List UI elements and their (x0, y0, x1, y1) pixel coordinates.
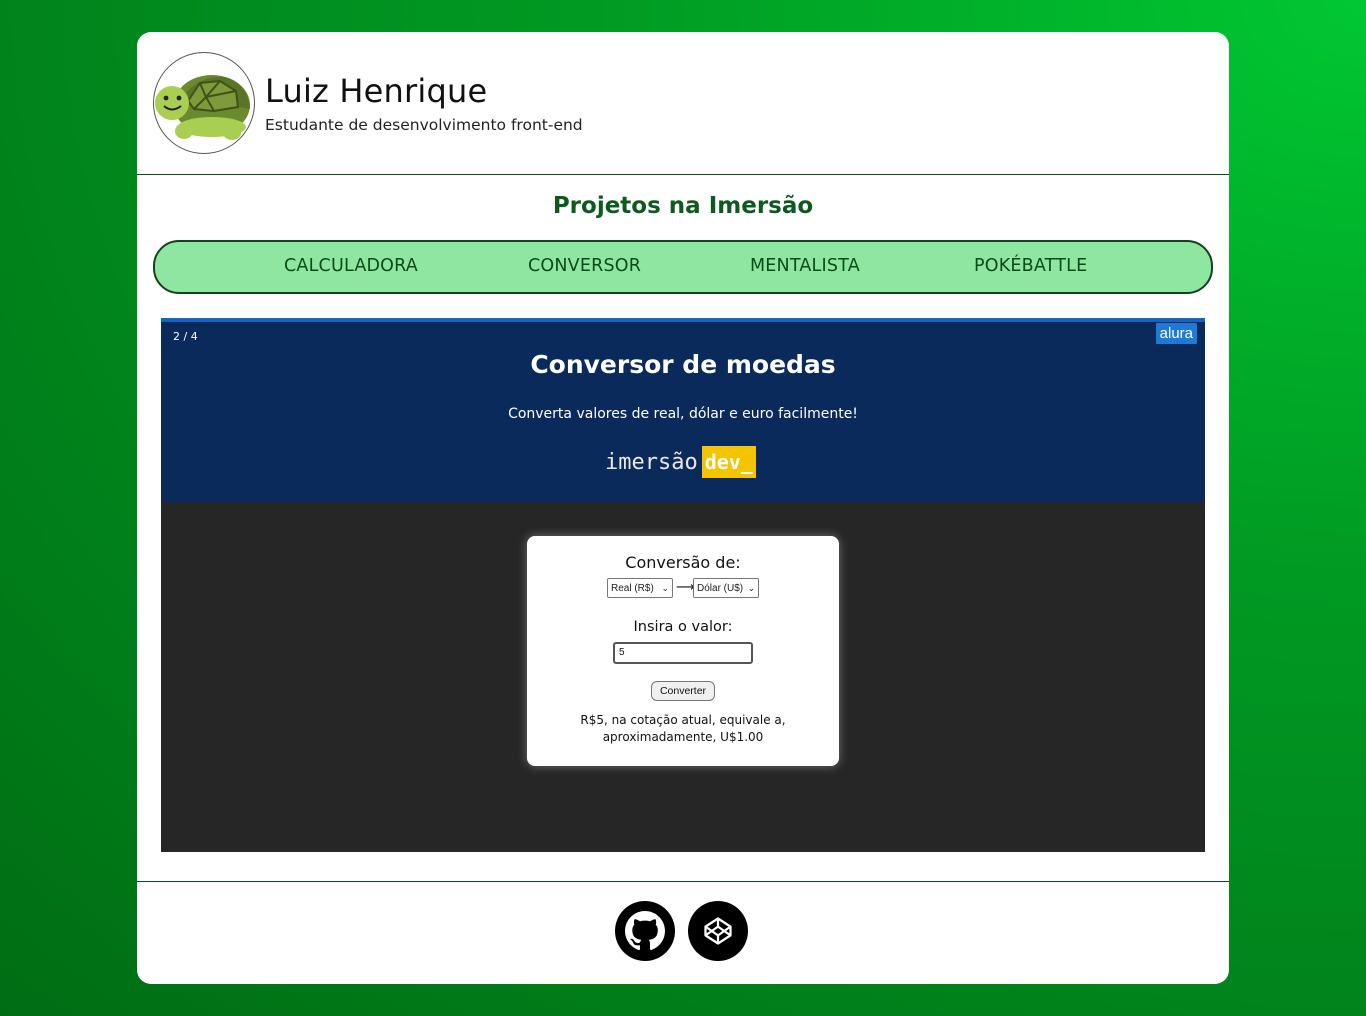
conversion-from-label: Conversão de: (625, 553, 741, 572)
value-label: Insira o valor: (633, 619, 733, 635)
convert-button[interactable]: Converter (651, 681, 715, 701)
from-currency-value: Real (R$) (611, 583, 654, 594)
value-input[interactable]: 5 (613, 642, 753, 664)
tab-calculadora[interactable]: CALCULADORA (284, 256, 418, 276)
tab-conversor[interactable]: CONVERSOR (528, 256, 641, 276)
profile-header: Luiz Henrique Estudante de desenvolvimen… (137, 32, 1229, 174)
slide-counter: 2 / 4 (173, 330, 198, 343)
avatar (153, 52, 255, 154)
slide-header: 2 / 4 alura Conversor de moedas Converta… (161, 318, 1205, 502)
to-currency-select[interactable]: Dólar (U$) ⌄ (693, 578, 759, 598)
imersao-dev-logo: imersão dev_ (605, 446, 756, 478)
header-divider (137, 174, 1229, 175)
github-link[interactable] (615, 901, 675, 961)
turtle-icon (155, 75, 250, 140)
section-title: Projetos na Imersão (552, 193, 814, 219)
projects-tab-bar: CALCULADORA CONVERSOR MENTALISTA POKÉBAT… (153, 240, 1213, 294)
alura-badge: alura (1155, 323, 1197, 344)
slide-subtitle: Converta valores de real, dólar e euro f… (508, 406, 858, 422)
converter-card: Conversão de: Real (R$) ⌄ ⟶ Dólar (U$) ⌄… (527, 536, 839, 766)
conversion-result: R$5, na cotação atual, equivale a, aprox… (557, 712, 809, 746)
project-slide: 2 / 4 alura Conversor de moedas Converta… (161, 318, 1205, 852)
slide-title: Conversor de moedas (530, 350, 836, 379)
codepen-icon (704, 917, 732, 945)
arrow-right-icon: ⟶ (676, 580, 695, 595)
result-line-2: aproximadamente, U$1.00 (602, 730, 764, 744)
brand-text: imersão (605, 449, 698, 475)
chevron-down-icon: ⌄ (661, 583, 669, 593)
to-currency-value: Dólar (U$) (697, 583, 744, 594)
footer-divider (137, 881, 1229, 882)
tab-pokebattle[interactable]: POKÉBATTLE (974, 256, 1087, 276)
brand-highlight: dev_ (701, 446, 756, 478)
codepen-link[interactable] (688, 901, 748, 961)
github-icon (625, 911, 665, 951)
profile-card: Luiz Henrique Estudante de desenvolvimen… (137, 32, 1229, 984)
profile-name: Luiz Henrique (265, 72, 488, 110)
profile-role: Estudante de desenvolvimento front-end (265, 116, 583, 134)
chevron-down-icon: ⌄ (747, 583, 755, 593)
tab-mentalista[interactable]: MENTALISTA (750, 256, 860, 276)
from-currency-select[interactable]: Real (R$) ⌄ (607, 578, 673, 598)
result-line-1: R$5, na cotação atual, equivale a, (580, 713, 786, 727)
